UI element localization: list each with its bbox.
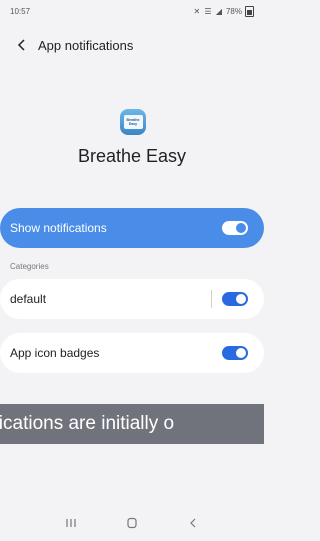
app-logo: Breathe Easy — [120, 109, 146, 135]
category-default-label: default — [10, 292, 47, 306]
category-default-controls — [211, 290, 248, 308]
categories-section-label: Categories — [10, 262, 49, 271]
status-time: 10:57 — [10, 6, 31, 16]
category-row-default[interactable]: default — [0, 279, 264, 319]
caption-text: tifications are initially o — [0, 413, 175, 434]
app-bar: App notifications — [0, 30, 264, 60]
app-name: Breathe Easy — [77, 146, 187, 166]
battery-icon — [245, 5, 254, 17]
logo-text-line2: Easy — [128, 122, 138, 126]
app-icon-badges-row[interactable]: App icon badges — [0, 333, 264, 373]
navigation-bar — [0, 508, 264, 538]
signal-icons: ✕ ☰ ◢ — [193, 6, 223, 16]
page-title: App notifications — [38, 37, 134, 53]
status-indicators: ✕ ☰ ◢ 78% — [193, 5, 254, 17]
caption-banner: tifications are initially o — [0, 404, 264, 444]
show-notifications-row[interactable]: Show notifications — [0, 208, 264, 248]
show-notifications-label: Show notifications — [10, 221, 107, 235]
chevron-left-icon[interactable] — [12, 35, 32, 55]
row-divider — [211, 290, 212, 308]
app-icon-badges-label: App icon badges — [10, 346, 100, 360]
category-default-toggle[interactable] — [222, 292, 248, 306]
recents-icon[interactable] — [59, 511, 83, 535]
app-icon-badges-toggle[interactable] — [222, 346, 248, 360]
battery-percent: 78% — [225, 6, 242, 16]
app-logo-label: Breathe Easy — [123, 115, 143, 129]
show-notifications-toggle[interactable] — [222, 221, 248, 235]
home-icon[interactable] — [120, 511, 144, 535]
status-bar: 10:57 ✕ ☰ ◢ 78% — [0, 0, 264, 22]
back-icon[interactable] — [181, 511, 205, 535]
